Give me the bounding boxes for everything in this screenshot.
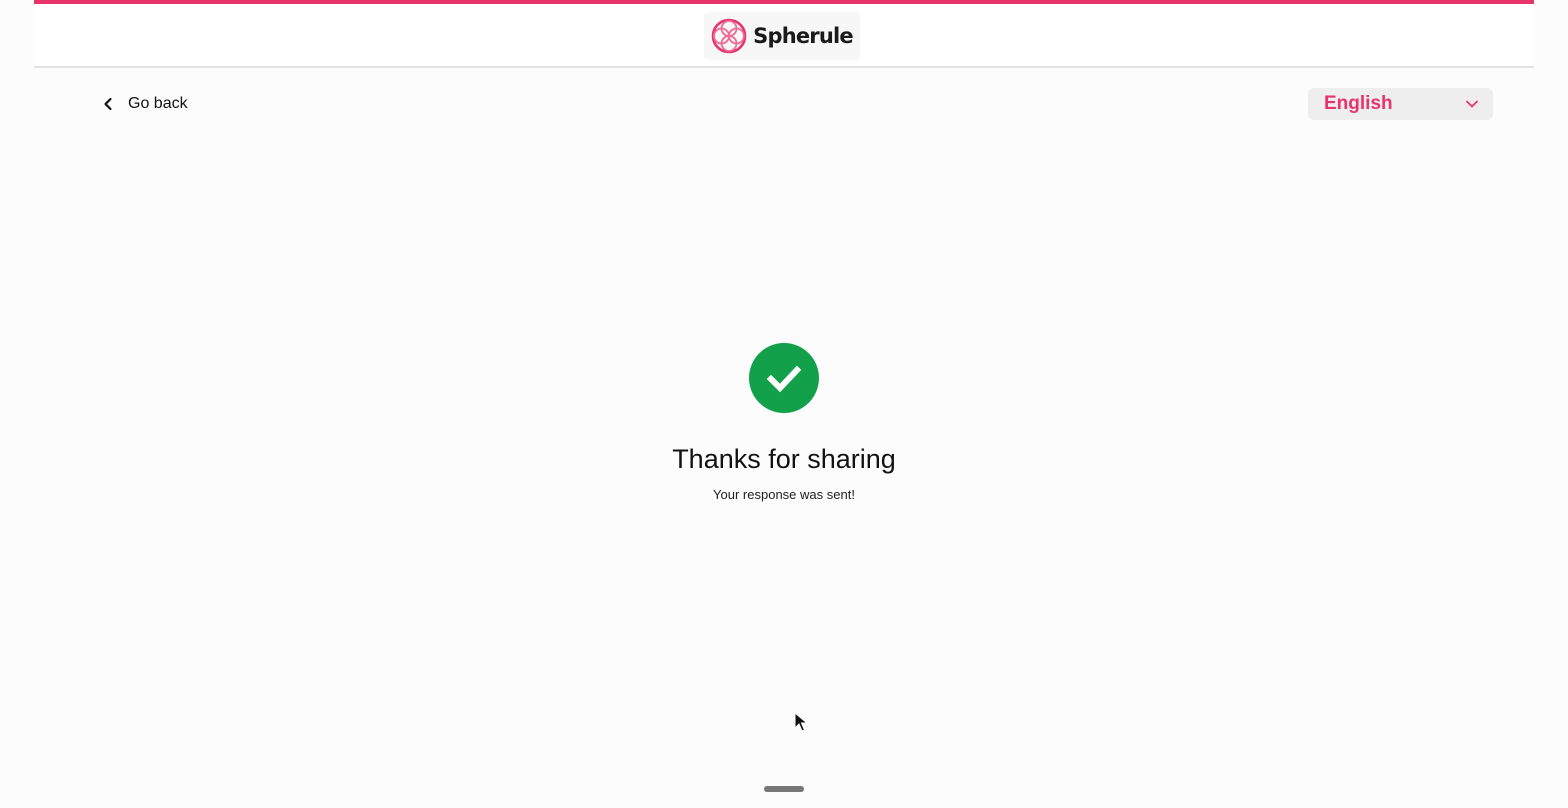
confirmation-title: Thanks for sharing [672,444,896,474]
brand-name: Spherule [753,24,854,48]
spherule-logo-icon [711,18,747,54]
home-indicator[interactable] [764,786,804,792]
page: Spherule Go back English Thanks for shar… [0,0,1568,808]
go-back-button[interactable]: Go back [100,90,188,118]
chevron-left-icon [104,97,112,111]
mouse-cursor-icon [794,712,808,732]
chevron-down-icon [1466,100,1478,108]
language-select[interactable]: English [1308,88,1493,120]
brand-logo: Spherule [704,12,860,60]
confirmation-message: Your response was sent! [713,487,855,502]
language-select-value: English [1324,93,1393,114]
go-back-label: Go back [128,95,188,112]
check-circle-icon [749,343,819,413]
header: Spherule [34,4,1534,68]
checkmark-icon [766,365,802,393]
